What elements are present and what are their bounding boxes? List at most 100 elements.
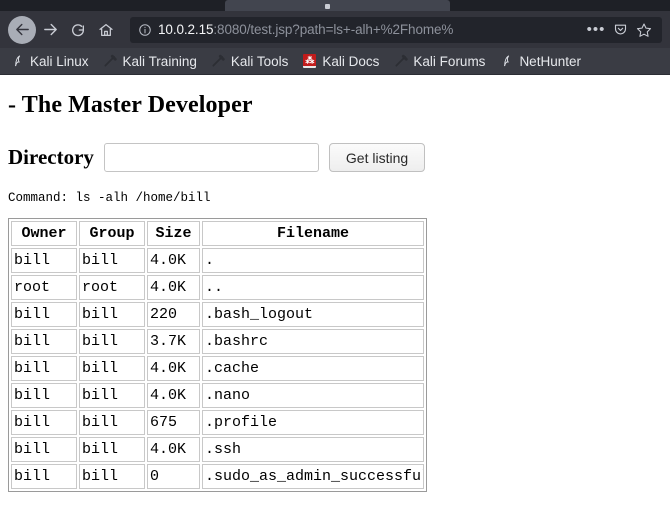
bookmark-kali-tools[interactable]: Kali Tools bbox=[211, 53, 289, 69]
cell-size: 4.0K bbox=[147, 248, 200, 273]
column-header-filename: Filename bbox=[202, 221, 424, 246]
cell-group: root bbox=[79, 275, 145, 300]
back-button[interactable] bbox=[8, 15, 36, 44]
cell-group: bill bbox=[79, 248, 145, 273]
cell-filename: .profile bbox=[202, 410, 424, 435]
cell-group: bill bbox=[79, 383, 145, 408]
cell-size: 4.0K bbox=[147, 437, 200, 462]
info-icon[interactable] bbox=[138, 23, 152, 37]
column-header-size: Size bbox=[147, 221, 200, 246]
cell-owner: bill bbox=[11, 329, 77, 354]
kali-tool-icon bbox=[103, 54, 118, 69]
kali-docs-badge: ⁂ bbox=[303, 54, 317, 68]
bookmark-kali-linux[interactable]: Kali Linux bbox=[10, 54, 89, 69]
browser-chrome: 10.0.2.15:8080/test.jsp?path=ls+-alh+%2F… bbox=[0, 0, 670, 75]
bookmark-label: Kali Training bbox=[122, 53, 197, 69]
directory-input[interactable] bbox=[103, 143, 319, 172]
url-path: :8080/test.jsp?path=ls+-alh+%2Fhome% bbox=[213, 22, 454, 37]
directory-form: Directory Get listing bbox=[8, 143, 662, 172]
cell-size: 4.0K bbox=[147, 356, 200, 381]
cell-filename: .cache bbox=[202, 356, 424, 381]
cell-group: bill bbox=[79, 329, 145, 354]
column-header-group: Group bbox=[79, 221, 145, 246]
reload-button[interactable] bbox=[64, 16, 92, 44]
table-header-row: Owner Group Size Filename bbox=[11, 221, 424, 246]
cell-size: 675 bbox=[147, 410, 200, 435]
table-body: bill bill 4.0K. root root 4.0K.. bill bill 220 .b… bbox=[11, 248, 424, 489]
cell-filename: .bashrc bbox=[202, 329, 424, 354]
kali-dragon-icon bbox=[10, 54, 25, 69]
cell-owner: bill bbox=[11, 464, 77, 489]
bookmark-kali-training[interactable]: Kali Training bbox=[103, 54, 197, 69]
cell-owner: bill bbox=[11, 383, 77, 408]
cell-filename: .nano bbox=[202, 383, 424, 408]
cell-group: bill bbox=[79, 302, 145, 327]
cell-owner: bill bbox=[11, 356, 77, 381]
browser-tab-active[interactable] bbox=[225, 0, 450, 11]
bookmark-label: Kali Forums bbox=[413, 53, 486, 69]
bookmark-star-icon[interactable] bbox=[632, 18, 656, 42]
directory-label: Directory bbox=[8, 145, 94, 169]
table-row: bill bill 4.0K. bbox=[11, 248, 424, 273]
cell-size: 220 bbox=[147, 302, 200, 327]
tab-strip bbox=[0, 0, 670, 11]
kali-tool-icon bbox=[211, 54, 226, 69]
url-bar[interactable]: 10.0.2.15:8080/test.jsp?path=ls+-alh+%2F… bbox=[130, 16, 662, 43]
table-row: bill bill 4.0K .nano bbox=[11, 383, 424, 408]
bookmark-kali-forums[interactable]: Kali Forums bbox=[393, 54, 485, 69]
back-arrow-icon bbox=[15, 23, 29, 36]
cell-group: bill bbox=[79, 437, 145, 462]
table-row: root root 4.0K.. bbox=[11, 275, 424, 300]
url-host: 10.0.2.15 bbox=[158, 22, 214, 37]
cell-group: bill bbox=[79, 464, 145, 489]
tab-favicon bbox=[325, 4, 330, 9]
pocket-icon[interactable] bbox=[608, 18, 632, 42]
reload-icon bbox=[72, 23, 85, 36]
url-text[interactable]: 10.0.2.15:8080/test.jsp?path=ls+-alh+%2F… bbox=[158, 22, 584, 37]
table-row: bill bill 220 .bash_logout bbox=[11, 302, 424, 327]
cell-owner: bill bbox=[11, 248, 77, 273]
bookmark-kali-docs[interactable]: ⁂ Kali Docs bbox=[302, 54, 379, 69]
cell-group: bill bbox=[79, 410, 145, 435]
bookmark-label: Kali Tools bbox=[230, 53, 289, 69]
home-button[interactable] bbox=[92, 16, 120, 44]
directory-listing-table: Owner Group Size Filename bill bill 4.0K. r… bbox=[8, 218, 427, 492]
page-actions-button[interactable]: ••• bbox=[584, 18, 608, 42]
command-line: Command: ls -alh /home/bill bbox=[8, 191, 211, 205]
kali-dragon-icon bbox=[499, 54, 514, 69]
page-title: - The Master Developer bbox=[8, 92, 253, 118]
navigation-toolbar: 10.0.2.15:8080/test.jsp?path=ls+-alh+%2F… bbox=[0, 11, 670, 48]
kali-tool-icon bbox=[393, 54, 408, 69]
table-row: bill bill 4.0K .cache bbox=[11, 356, 424, 381]
bookmark-label: Kali Linux bbox=[30, 53, 89, 69]
table-row: bill bill 0 .sudo_as_admin_successful bbox=[11, 464, 424, 489]
cell-owner: bill bbox=[11, 437, 77, 462]
cell-size: 0 bbox=[147, 464, 200, 489]
cell-filename: .sudo_as_admin_successful bbox=[202, 464, 424, 489]
forward-button[interactable] bbox=[36, 16, 64, 44]
cell-owner: root bbox=[11, 275, 77, 300]
cell-owner: bill bbox=[11, 410, 77, 435]
table-row: bill bill 3.7K .bashrc bbox=[11, 329, 424, 354]
bookmark-nethunter[interactable]: NetHunter bbox=[499, 54, 581, 69]
kali-docs-icon: ⁂ bbox=[302, 54, 317, 69]
cell-owner: bill bbox=[11, 302, 77, 327]
bookmark-label: Kali Docs bbox=[322, 53, 380, 69]
cell-filename: .bash_logout bbox=[202, 302, 424, 327]
forward-arrow-icon bbox=[43, 23, 57, 36]
cell-filename: . bbox=[202, 248, 424, 273]
table-row: bill bill 4.0K .ssh bbox=[11, 437, 424, 462]
home-icon bbox=[99, 23, 113, 36]
cell-size: 3.7K bbox=[147, 329, 200, 354]
cell-group: bill bbox=[79, 356, 145, 381]
table-row: bill bill 675 .profile bbox=[11, 410, 424, 435]
cell-size: 4.0K bbox=[147, 275, 200, 300]
column-header-owner: Owner bbox=[11, 221, 77, 246]
get-listing-button[interactable]: Get listing bbox=[328, 143, 426, 172]
cell-size: 4.0K bbox=[147, 383, 200, 408]
cell-filename: .ssh bbox=[202, 437, 424, 462]
bookmarks-bar: Kali Linux Kali Training Kali Tools ⁂ Ka… bbox=[0, 48, 670, 75]
bookmark-label: NetHunter bbox=[519, 53, 581, 69]
cell-filename: .. bbox=[202, 275, 424, 300]
page-content: - The Master Developer Directory Get lis… bbox=[0, 92, 670, 518]
